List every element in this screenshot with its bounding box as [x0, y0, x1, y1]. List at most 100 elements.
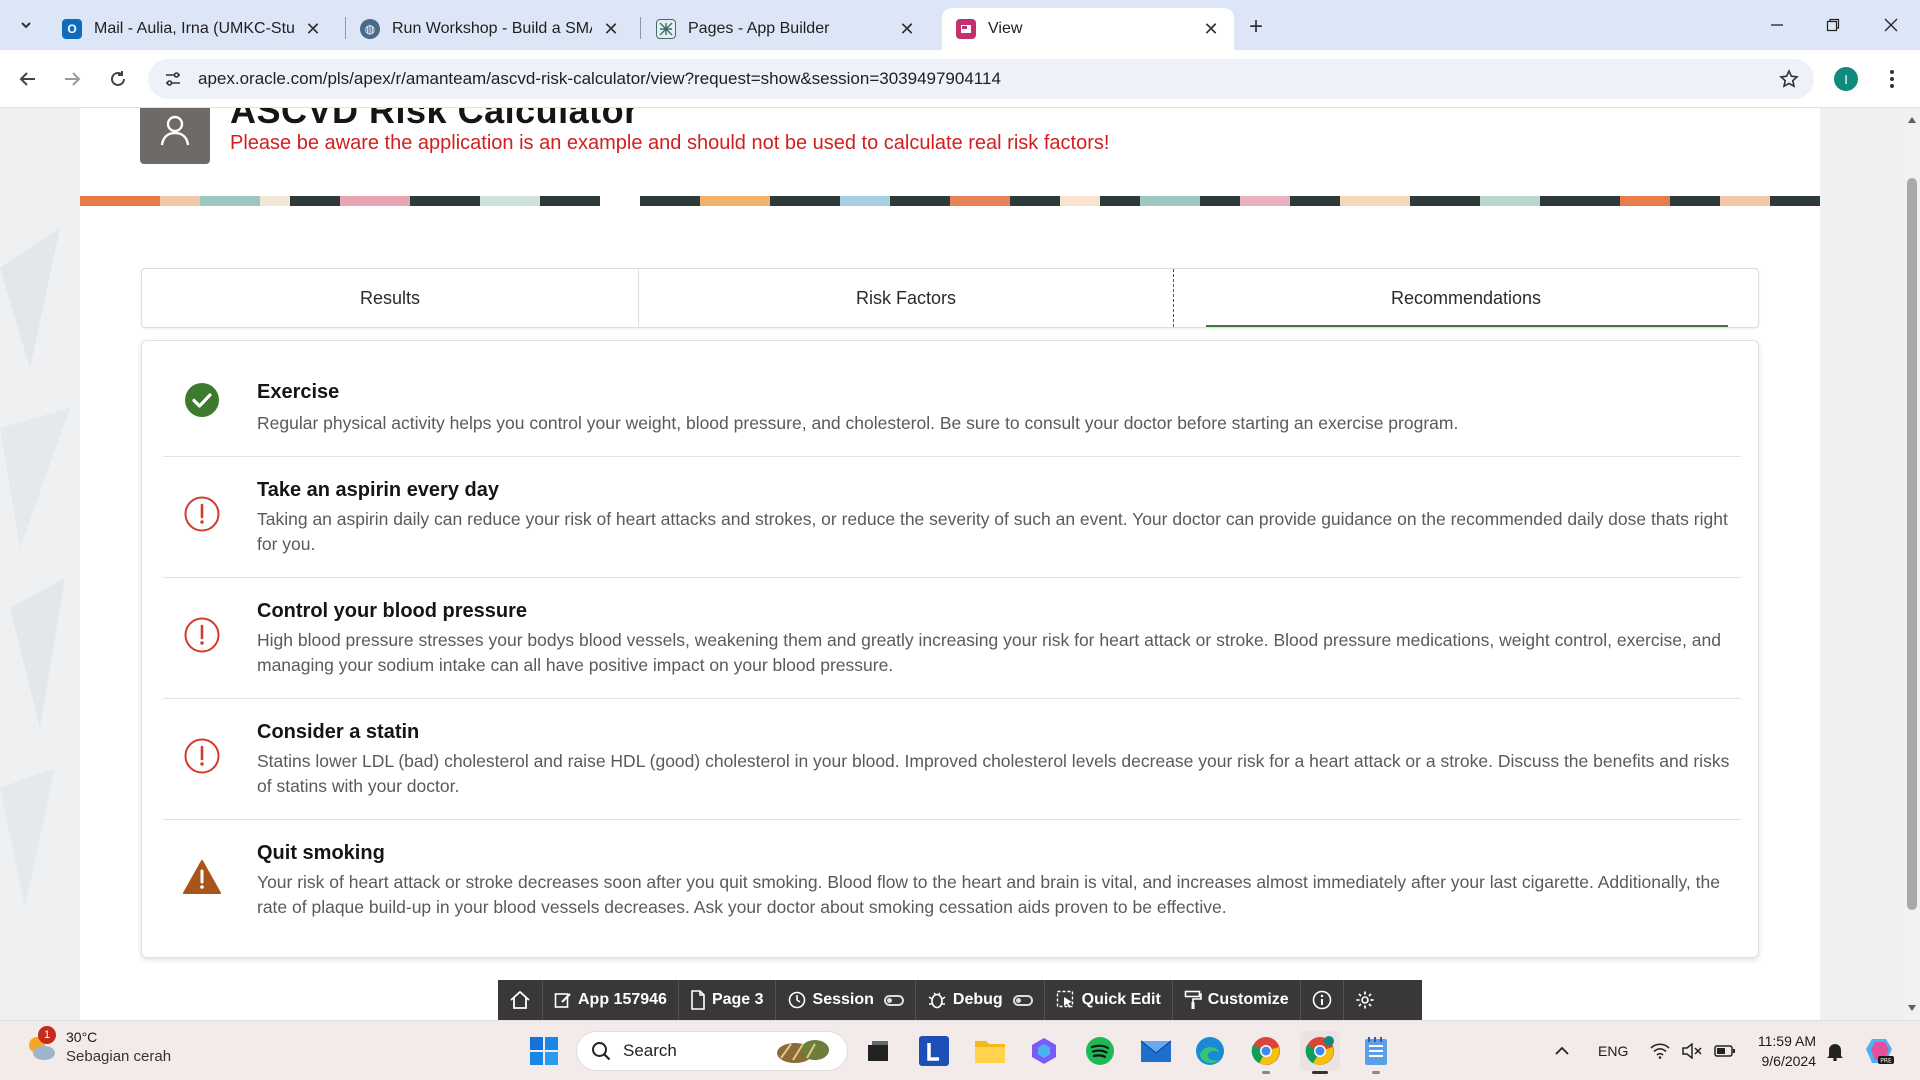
outlook-icon: O	[62, 19, 82, 39]
browser-toolbar: apex.oracle.com/pls/apex/r/amanteam/ascv…	[0, 50, 1920, 108]
chrome-icon	[1305, 1036, 1334, 1065]
notifications-button[interactable]	[1826, 1021, 1844, 1080]
edit-icon	[554, 993, 571, 1008]
copilot-pre-button[interactable]: PRE	[1864, 1021, 1896, 1080]
mail-button[interactable]	[1136, 1031, 1176, 1071]
browser-tab-view[interactable]: View ✕	[942, 8, 1234, 50]
tab-divider	[640, 17, 641, 39]
cursor-select-icon	[1056, 990, 1073, 1008]
tab-title: View	[988, 20, 1023, 37]
apex-developer-toolbar: App 157946 Page 3 Session Debug Quick Ed…	[498, 980, 1422, 1020]
minimize-button[interactable]	[1762, 10, 1792, 40]
close-icon[interactable]: ✕	[1200, 18, 1222, 40]
spotify-icon	[1086, 1037, 1114, 1065]
more-vertical-icon	[1890, 70, 1894, 88]
system-clock[interactable]: 11:59 AM 9/6/2024	[1748, 1031, 1816, 1071]
plus-icon: +	[1248, 13, 1263, 40]
language-indicator[interactable]: ENG	[1598, 1021, 1628, 1080]
edge-button[interactable]	[1190, 1031, 1230, 1071]
show-hidden-icons[interactable]	[1554, 1021, 1570, 1080]
tab-search-button[interactable]	[12, 11, 40, 39]
app-l-button[interactable]	[914, 1031, 954, 1071]
search-highlight-icon	[777, 1040, 829, 1063]
taskbar-search[interactable]: Search	[576, 1031, 848, 1071]
app-button[interactable]: App 157946	[543, 980, 679, 1020]
back-button[interactable]	[12, 63, 44, 95]
tab-risk-factors[interactable]: Risk Factors	[638, 269, 1173, 327]
search-label: Search	[623, 1041, 677, 1060]
browser-tab-mail[interactable]: O Mail - Aulia, Irna (UMKC-Studen ✕	[48, 8, 336, 50]
customize-button[interactable]: Customize	[1173, 980, 1301, 1020]
recommendation-title: Control your blood pressure	[257, 600, 528, 622]
file-explorer-button[interactable]	[970, 1031, 1010, 1071]
restore-button[interactable]	[1818, 10, 1848, 40]
quick-edit-button[interactable]: Quick Edit	[1045, 980, 1173, 1020]
task-view-button[interactable]	[858, 1031, 898, 1071]
debug-button[interactable]: Debug	[916, 980, 1045, 1020]
copilot-pre-icon: PRE	[1866, 1039, 1894, 1065]
bookmark-star-icon[interactable]	[1776, 66, 1802, 92]
chrome-button[interactable]	[1246, 1031, 1286, 1074]
address-bar[interactable]: apex.oracle.com/pls/apex/r/amanteam/ascv…	[148, 59, 1814, 99]
chevron-down-icon	[21, 22, 31, 29]
close-icon[interactable]: ✕	[302, 18, 324, 40]
chevron-up-icon	[1555, 1046, 1569, 1055]
session-toggle-icon[interactable]	[883, 994, 904, 1006]
close-icon[interactable]: ✕	[896, 18, 918, 40]
page-scrollbar[interactable]	[1904, 108, 1920, 1020]
windows-logo-icon	[530, 1037, 558, 1065]
browser-menu-button[interactable]	[1880, 67, 1904, 91]
scroll-up-icon[interactable]	[1908, 117, 1916, 123]
app-label: App 157946	[578, 991, 667, 1008]
forward-button[interactable]	[56, 63, 88, 95]
browser-tab-app-builder[interactable]: Pages - App Builder ✕	[642, 8, 930, 50]
settings-button[interactable]	[1344, 980, 1386, 1020]
exclamation-circle-icon	[183, 616, 221, 654]
debug-label: Debug	[952, 991, 1003, 1008]
windows-taskbar: 1 30°C Sebagian cerah Search ENG 11:59 A…	[0, 1020, 1920, 1080]
weather-widget[interactable]: 1 30°C Sebagian cerah	[24, 1026, 171, 1065]
page-label: Page 3	[711, 991, 764, 1008]
system-tray-icons[interactable]	[1650, 1021, 1736, 1080]
list-item: Take an aspirin every day Taking an aspi…	[163, 457, 1741, 578]
recommendation-description: Your risk of heart attack or stroke decr…	[257, 872, 1720, 917]
debug-toggle-icon[interactable]	[1012, 994, 1033, 1006]
list-item: Consider a statin Statins lower LDL (bad…	[163, 699, 1741, 820]
browser-tab-workshop[interactable]: ◍ Run Workshop - Build a SMART ✕	[346, 8, 634, 50]
chrome-icon	[1251, 1037, 1280, 1065]
recommendation-description: Statins lower LDL (bad) cholesterol and …	[257, 751, 1730, 796]
page-button[interactable]: Page 3	[679, 980, 776, 1020]
spotify-button[interactable]	[1080, 1031, 1120, 1071]
mail-icon	[1140, 1040, 1172, 1062]
notepad-button[interactable]	[1356, 1031, 1396, 1074]
clock-time: 11:59 AM	[1757, 1033, 1816, 1049]
start-button[interactable]	[524, 1031, 564, 1071]
profile-avatar[interactable]: I	[1834, 67, 1858, 91]
scroll-down-icon[interactable]	[1908, 1005, 1916, 1011]
arrow-left-icon	[19, 72, 35, 86]
recommendation-description: Taking an aspirin daily can reduce your …	[257, 509, 1728, 554]
reload-button[interactable]	[102, 63, 134, 95]
new-tab-button[interactable]: +	[1242, 13, 1270, 41]
recommendation-title: Quit smoking	[257, 842, 385, 864]
partly-sunny-icon: 1	[24, 1026, 58, 1064]
close-icon[interactable]: ✕	[600, 18, 622, 40]
scrollbar-thumb[interactable]	[1907, 178, 1917, 910]
quick-edit-label: Quick Edit	[1081, 991, 1161, 1008]
tab-recommendations[interactable]: Recommendations	[1173, 269, 1758, 327]
url-text[interactable]: apex.oracle.com/pls/apex/r/amanteam/ascv…	[198, 69, 1776, 89]
warning-triangle-icon	[183, 858, 221, 896]
info-button[interactable]	[1301, 980, 1344, 1020]
chrome-profile-button[interactable]	[1300, 1031, 1340, 1074]
home-icon	[510, 990, 530, 1009]
battery-icon	[1714, 1045, 1735, 1057]
tab-results[interactable]: Results	[142, 269, 638, 327]
reload-icon	[111, 71, 125, 86]
copilot-button[interactable]	[1024, 1031, 1064, 1071]
home-button[interactable]	[498, 980, 543, 1020]
wifi-icon	[1650, 1043, 1670, 1059]
site-settings-icon[interactable]	[162, 68, 184, 90]
close-window-button[interactable]	[1876, 10, 1906, 40]
page-title: ASCVD Risk Calculator	[230, 108, 639, 131]
session-button[interactable]: Session	[776, 980, 916, 1020]
